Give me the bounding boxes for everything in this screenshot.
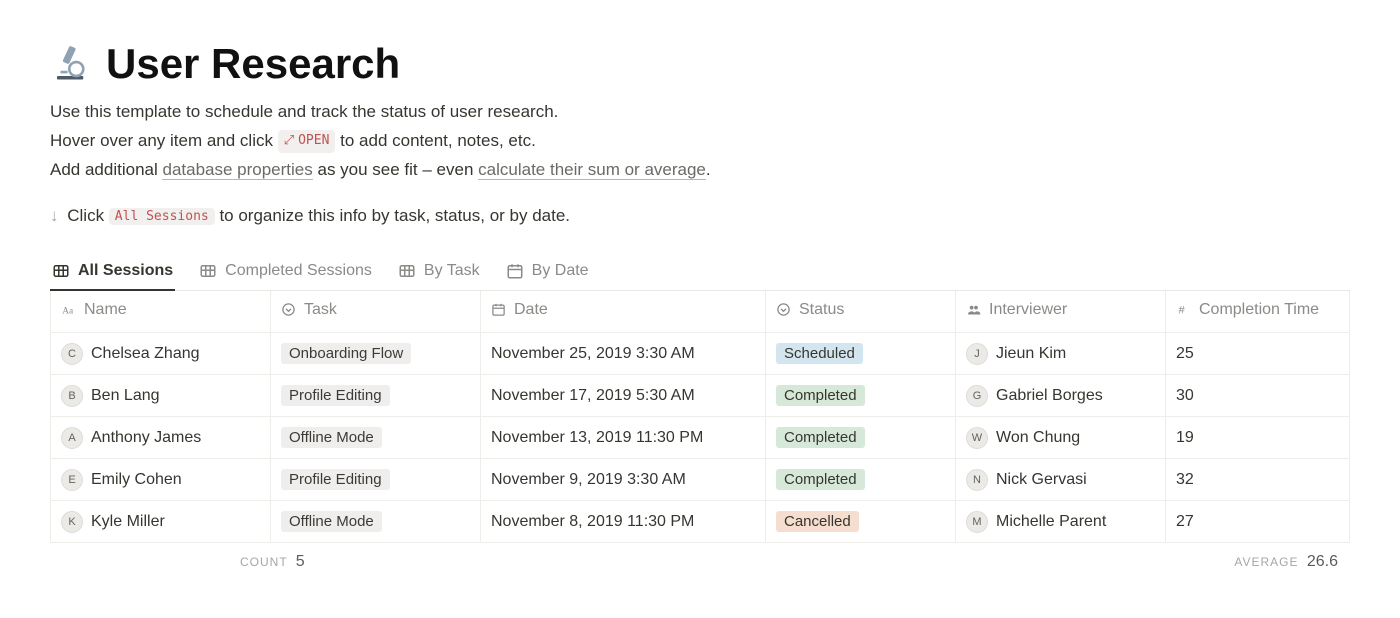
row-interviewer: Nick Gervasi xyxy=(996,471,1087,489)
people-icon xyxy=(966,302,981,317)
status-badge: Completed xyxy=(776,427,865,448)
avatar: N xyxy=(966,469,988,491)
table-row[interactable]: C Chelsea Zhang Onboarding Flow November 25… xyxy=(51,333,1350,375)
status-badge: Scheduled xyxy=(776,343,863,364)
row-date: November 25, 2019 3:30 AM xyxy=(481,333,766,375)
average-value: 26.6 xyxy=(1307,553,1338,570)
column-label: Completion Time xyxy=(1199,301,1319,319)
hint-line: ↓ Click All Sessions to organize this in… xyxy=(50,206,1350,226)
column-label: Date xyxy=(514,301,548,319)
svg-text:#: # xyxy=(1179,304,1186,316)
column-header-date[interactable]: Date xyxy=(481,291,766,333)
column-label: Name xyxy=(84,301,127,319)
avatar: B xyxy=(61,385,83,407)
row-date: November 9, 2019 3:30 AM xyxy=(481,459,766,501)
select-icon xyxy=(776,302,791,317)
tab-label: All Sessions xyxy=(78,262,173,280)
column-header-task[interactable]: Task xyxy=(271,291,481,333)
avatar: A xyxy=(61,427,83,449)
count-value: 5 xyxy=(296,553,305,570)
tab-label: Completed Sessions xyxy=(225,262,372,280)
avatar: J xyxy=(966,343,988,365)
avatar: W xyxy=(966,427,988,449)
open-chip: ⤢OPEN xyxy=(278,130,336,153)
task-tag: Profile Editing xyxy=(281,385,390,406)
page-title: User Research xyxy=(106,40,400,88)
all-sessions-chip: All Sessions xyxy=(109,208,215,225)
row-date: November 17, 2019 5:30 AM xyxy=(481,375,766,417)
task-tag: Offline Mode xyxy=(281,427,382,448)
calendar-icon xyxy=(506,262,524,280)
select-icon xyxy=(281,302,296,317)
tab-completed-sessions[interactable]: Completed Sessions xyxy=(197,256,374,290)
column-label: Interviewer xyxy=(989,301,1067,319)
table-row[interactable]: B Ben Lang Profile Editing November 17, 201… xyxy=(51,375,1350,417)
description-line-1: Use this template to schedule and track … xyxy=(50,98,1350,125)
table-row[interactable]: K Kyle Miller Offline Mode November 8, 2019… xyxy=(51,501,1350,543)
row-name: Chelsea Zhang xyxy=(91,345,200,363)
row-completion-time: 25 xyxy=(1166,333,1350,375)
table-icon xyxy=(199,262,217,280)
avatar: M xyxy=(966,511,988,533)
table-row[interactable]: A Anthony James Offline Mode November 13, 2… xyxy=(51,417,1350,459)
tab-all-sessions[interactable]: All Sessions xyxy=(50,256,175,290)
down-arrow-icon: ↓ xyxy=(50,206,59,225)
task-tag: Profile Editing xyxy=(281,469,390,490)
row-completion-time: 19 xyxy=(1166,417,1350,459)
board-icon xyxy=(398,262,416,280)
text-icon: Aa xyxy=(61,302,76,317)
column-header-status[interactable]: Status xyxy=(766,291,956,333)
status-badge: Completed xyxy=(776,469,865,490)
row-date: November 8, 2019 11:30 PM xyxy=(481,501,766,543)
row-completion-time: 32 xyxy=(1166,459,1350,501)
row-date: November 13, 2019 11:30 PM xyxy=(481,417,766,459)
avatar: E xyxy=(61,469,83,491)
average-label: AVERAGE xyxy=(1234,555,1298,569)
number-icon: # xyxy=(1176,302,1191,317)
column-header-interviewer[interactable]: Interviewer xyxy=(956,291,1166,333)
column-header-name[interactable]: Aa Name xyxy=(51,291,271,333)
table-footer: COUNT 5 AVERAGE 26.6 xyxy=(50,543,1350,571)
column-label: Status xyxy=(799,301,844,319)
tab-by-task[interactable]: By Task xyxy=(396,256,482,290)
row-name: Kyle Miller xyxy=(91,513,165,531)
row-completion-time: 30 xyxy=(1166,375,1350,417)
row-completion-time: 27 xyxy=(1166,501,1350,543)
sessions-table: Aa Name Task Date Status Interviewer # Completi… xyxy=(50,291,1350,544)
table-row[interactable]: E Emily Cohen Profile Editing November 9, 2… xyxy=(51,459,1350,501)
row-interviewer: Won Chung xyxy=(996,429,1080,447)
row-name: Emily Cohen xyxy=(91,471,182,489)
row-interviewer: Jieun Kim xyxy=(996,345,1066,363)
microscope-icon xyxy=(50,41,92,88)
calculate-sum-link[interactable]: calculate their sum or average xyxy=(478,160,706,180)
view-tabs: All Sessions Completed Sessions By Task By … xyxy=(50,256,1350,291)
tab-label: By Date xyxy=(532,262,589,280)
status-badge: Completed xyxy=(776,385,865,406)
description-line-3: Add additional database properties as yo… xyxy=(50,156,1350,183)
description-line-2: Hover over any item and click ⤢OPEN to a… xyxy=(50,127,1350,154)
avatar: K xyxy=(61,511,83,533)
row-name: Ben Lang xyxy=(91,387,160,405)
row-interviewer: Gabriel Borges xyxy=(996,387,1103,405)
database-properties-link[interactable]: database properties xyxy=(162,160,312,180)
svg-text:Aa: Aa xyxy=(62,306,74,316)
column-label: Task xyxy=(304,301,337,319)
column-header-completion_time[interactable]: # Completion Time xyxy=(1166,291,1350,333)
avatar: C xyxy=(61,343,83,365)
task-tag: Onboarding Flow xyxy=(281,343,411,364)
avatar: G xyxy=(966,385,988,407)
status-badge: Cancelled xyxy=(776,511,859,532)
tab-label: By Task xyxy=(424,262,480,280)
tab-by-date[interactable]: By Date xyxy=(504,256,591,290)
row-name: Anthony James xyxy=(91,429,201,447)
row-interviewer: Michelle Parent xyxy=(996,513,1106,531)
calendar-icon xyxy=(491,302,506,317)
count-label: COUNT xyxy=(240,555,287,569)
table-icon xyxy=(52,262,70,280)
task-tag: Offline Mode xyxy=(281,511,382,532)
